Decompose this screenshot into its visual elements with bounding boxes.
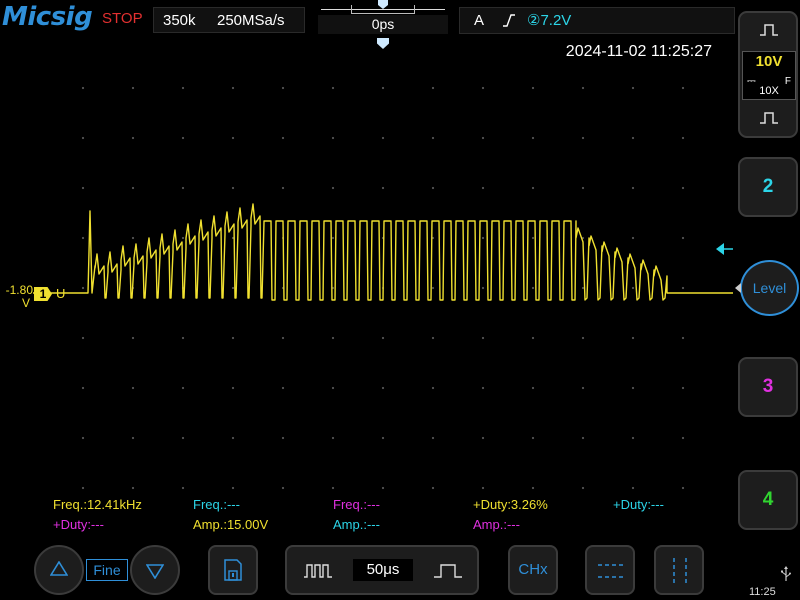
ch4-button[interactable]: 4	[738, 470, 798, 530]
timestamp: 2024-11-02 11:25:27	[565, 43, 712, 60]
trigger-level-button[interactable]: Level	[740, 260, 799, 316]
ch1-control[interactable]: 10V ⎓ F 10X	[738, 11, 798, 138]
position-down-button[interactable]	[130, 545, 180, 595]
rising-edge-icon	[503, 14, 515, 27]
clock: 11:25	[749, 586, 776, 598]
waveform-display[interactable]: 2024-11-02 11:25:27	[33, 38, 733, 538]
down-arrow-icon	[146, 564, 164, 579]
bottom-toolbar: Fine 50μs CHx	[0, 538, 735, 600]
pulse-narrow-icon[interactable]	[433, 563, 463, 579]
ch1-offset-value: -1.80	[5, 283, 33, 297]
ch1-probe-ratio: 10X	[759, 85, 779, 97]
run-stop-status[interactable]: STOP	[102, 10, 143, 27]
ch3-button[interactable]: 3	[738, 357, 798, 417]
memory-depth: 350k	[163, 12, 196, 29]
pulse-wide-icon[interactable]	[759, 23, 779, 37]
meas-ch1-duty: +Duty:3.26%	[473, 497, 548, 512]
horizontal-cursor-button[interactable]	[585, 545, 635, 595]
graticule-grid	[33, 86, 733, 490]
cursor-vertical-icon	[673, 558, 687, 584]
save-button[interactable]	[208, 545, 258, 595]
ch4-label: 4	[762, 489, 774, 510]
trigger-source-level: ②7.2V	[527, 12, 572, 29]
vertical-cursor-button[interactable]	[654, 545, 704, 595]
pulse-wide-icon[interactable]	[303, 563, 333, 579]
trigger-mode: A	[474, 12, 485, 29]
trigger-info[interactable]: A ②7.2V	[459, 7, 735, 34]
meas-ch2-freq: Freq.:---	[193, 497, 240, 512]
ch1-marker-unit: U	[56, 286, 66, 301]
meas-ch3-amp: Amp.:---	[473, 517, 520, 532]
meas-ch2-amp: Amp.:---	[333, 517, 380, 532]
acquisition-info[interactable]: 350k 250MSa/s	[153, 7, 305, 33]
measurement-panel: Freq.:12.41kHz Freq.:--- Freq.:--- +Duty…	[33, 490, 733, 538]
usb-icon	[781, 566, 791, 581]
time-offset: 0ps	[318, 15, 448, 34]
pulse-narrow-icon[interactable]	[759, 111, 779, 125]
ch1-scale-info[interactable]: 10V ⎓ F 10X	[742, 51, 796, 100]
meas-ch2-duty: +Duty:---	[613, 497, 664, 512]
cursor-horizontal-icon	[598, 564, 626, 578]
fine-toggle-button[interactable]: Fine	[86, 559, 128, 581]
time-offset-box[interactable]: 0ps	[318, 0, 448, 34]
trigger-level-arrow-icon[interactable]	[716, 242, 733, 256]
up-arrow-icon	[50, 561, 68, 576]
ch1-volts-per-div: 10V	[755, 53, 783, 70]
meas-ch3-duty: +Duty:---	[53, 517, 104, 532]
ch3-label: 3	[762, 376, 774, 397]
timebase-value[interactable]: 50μs	[353, 559, 413, 581]
sample-rate: 250MSa/s	[217, 12, 285, 29]
save-icon	[224, 559, 242, 581]
position-up-button[interactable]	[34, 545, 84, 595]
ch1-offset-unit: V	[22, 296, 31, 310]
channel-select-button[interactable]: CHx	[508, 545, 558, 595]
meas-ch3-freq: Freq.:---	[333, 497, 380, 512]
meas-ch1-amp: Amp.:15.00V	[193, 517, 269, 532]
top-status-bar: Micsig STOP 350k 250MSa/s 0ps A ②7.2V	[0, 0, 735, 38]
meas-ch1-freq: Freq.:12.41kHz	[53, 497, 142, 512]
ch2-button[interactable]: 2	[738, 157, 798, 217]
right-channel-panel: 10V ⎓ F 10X 2 Level 3 4 11:25	[735, 0, 800, 600]
timebase-control: 50μs	[285, 545, 479, 595]
ch1-waveform-trace	[33, 203, 733, 301]
level-pointer-icon	[735, 283, 741, 293]
ch2-label: 2	[762, 176, 774, 197]
brand-logo: Micsig	[2, 2, 93, 32]
position-control: Fine	[34, 545, 180, 595]
